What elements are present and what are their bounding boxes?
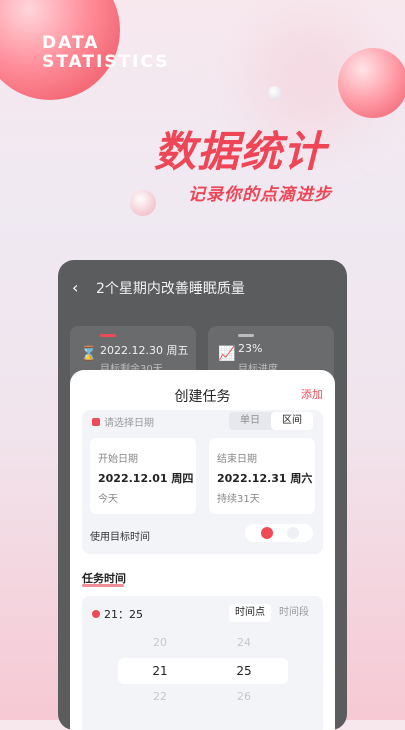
chevron-left-icon[interactable]: ‹ [72,278,78,297]
time-value: 21：25 [104,608,143,621]
decor-bubble-mid [130,190,156,216]
task-time-underline [82,584,124,587]
english-title-line1: DATA [42,33,100,53]
create-task-sheet: 创建任务 添加 请选择日期 单日 区间 开始日期 2022.12.01 周四 今… [70,370,335,730]
start-date-note: 今天 [98,494,118,505]
hour-option[interactable]: 20 [140,636,180,649]
add-button[interactable]: 添加 [301,386,323,402]
time-mode-range[interactable]: 时间段 [273,604,315,622]
hour-option[interactable]: 22 [140,690,180,703]
time-mode-toggle: 时间点 时间段 [229,604,313,622]
page-subtitle: 记录你的点滴进步 [188,185,332,205]
english-title-line2: STATISTICS [42,52,170,72]
decor-bubble-right [338,48,405,118]
use-target-toggle[interactable] [245,524,313,542]
time-panel: 21：25 时间点 时间段 20 21 22 24 25 26 [82,596,323,730]
toggle-knob-on [261,527,273,539]
time-mode-point[interactable]: 时间点 [229,604,271,622]
date-panel: 请选择日期 单日 区间 开始日期 2022.12.01 周四 今天 结束日期 2… [82,410,323,554]
page-title: 数据统计 [154,127,327,176]
start-date-value: 2022.12.01 周四 [98,472,194,485]
calendar-icon [92,418,100,426]
stat-value: 2022.12.30 周五 [100,344,189,357]
clock-icon [92,610,100,618]
stat-accent-bar [100,334,116,337]
screen-title: 2个星期内改善睡眠质量 [96,281,245,297]
end-date-note: 持续31天 [217,494,260,505]
date-hint: 请选择日期 [92,414,154,429]
chart-icon: 📈 [218,346,236,362]
hourglass-icon: ⌛ [80,346,98,362]
hour-selected[interactable]: 21 [140,664,180,678]
sheet-title: 创建任务 [174,389,231,405]
use-target-label: 使用目标时间 [90,532,150,543]
screen-header: ‹ 2个星期内改善睡眠质量 [58,260,347,316]
date-mode-toggle: 单日 区间 [229,412,313,430]
end-date-label: 结束日期 [217,454,257,465]
decor-bubble-small [268,86,282,100]
start-date-card[interactable]: 开始日期 2022.12.01 周四 今天 [90,438,196,514]
minute-selected[interactable]: 25 [224,664,264,678]
start-date-label: 开始日期 [98,454,138,465]
date-mode-range[interactable]: 区间 [271,412,313,430]
minute-option[interactable]: 24 [224,636,264,649]
date-mode-single[interactable]: 单日 [229,412,271,430]
toggle-knob-off [287,527,299,539]
english-title: DATA STATISTICS [42,34,169,72]
end-date-card[interactable]: 结束日期 2022.12.31 周六 持续31天 [209,438,315,514]
minute-option[interactable]: 26 [224,690,264,703]
stat-accent-bar [238,334,254,337]
end-date-value: 2022.12.31 周六 [217,472,313,485]
date-hint-text: 请选择日期 [104,418,154,429]
stat-value: 23% [238,342,263,355]
